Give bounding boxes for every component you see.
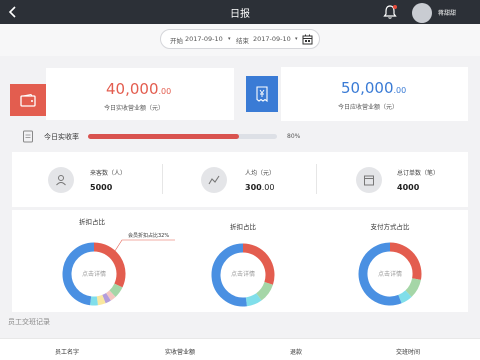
pie-center-label[interactable]: 点击详情 [360, 269, 420, 278]
pie-segment[interactable] [96, 294, 106, 306]
pie-callout: 会员折扣占比32% [128, 233, 170, 239]
pie-segment[interactable] [245, 293, 262, 307]
pie-segment[interactable] [398, 290, 412, 304]
shift-records-title: 员工交班记录 [8, 318, 50, 326]
pie-center-label[interactable]: 点击详情 [64, 269, 124, 278]
pie-center-label[interactable]: 点击详情 [213, 269, 273, 278]
donut-charts[interactable] [0, 0, 480, 360]
callout-leader-line [112, 239, 175, 255]
shift-table-header: 员工名字 实收营业额 退款 交班时间 [0, 338, 480, 360]
pie-segment[interactable] [109, 283, 123, 297]
column-header[interactable]: 交班时间 [396, 347, 420, 356]
column-header[interactable]: 实收营业额 [165, 347, 195, 356]
pie-segment[interactable] [102, 292, 111, 304]
pie-segment[interactable] [105, 290, 116, 301]
column-header[interactable]: 员工名字 [55, 347, 79, 356]
column-header[interactable]: 退款 [290, 347, 302, 356]
